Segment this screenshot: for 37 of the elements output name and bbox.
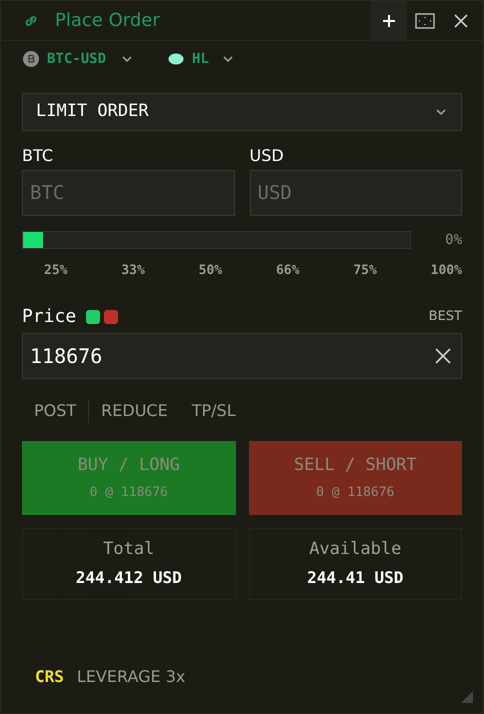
close-icon [454,14,468,28]
pair-selector[interactable]: BTC-USD [23,48,134,70]
preset-button[interactable]: 25% [44,261,68,280]
slider-thumb[interactable] [23,232,43,248]
preset-button[interactable]: 75% [353,261,377,280]
price-field[interactable]: 118676 [22,332,462,378]
add-button[interactable] [371,0,407,40]
preset-button[interactable]: 100% [430,261,462,280]
leverage-button[interactable]: LEVERAGE 3x [76,665,186,689]
preset-button[interactable]: 33% [121,261,145,280]
window-title: Place Order [55,9,160,33]
margin-mode-button[interactable]: CRS [35,665,64,689]
field-label: BTC [22,145,54,167]
clear-icon[interactable] [435,348,451,364]
option-toggle[interactable]: REDUCE [89,398,180,422]
resize-handle-icon[interactable] [461,691,473,703]
best-button[interactable]: BEST [428,306,462,326]
exchange-selector[interactable]: HL [168,48,235,70]
slider-reading: 0% [445,230,462,250]
size-slider[interactable] [22,231,411,249]
balance-label: Available [309,538,402,561]
balance-value: 244.41 USD [307,567,404,590]
preset-button[interactable]: 50% [198,261,222,280]
amount-field[interactable]: BTC [22,170,234,216]
balance-label: Total [103,538,154,561]
exchange-icon [168,53,184,65]
maximize-icon [415,12,435,28]
option-toggle[interactable]: TP/SL [180,398,248,422]
plus-icon [382,14,396,28]
preset-button[interactable]: 66% [276,261,300,280]
balance-value: 244.412 USD [76,567,182,590]
order-type-dropdown[interactable]: LIMIT ORDER [22,93,462,131]
price-label: Price [22,305,76,329]
option-toggle[interactable]: POST [22,398,90,422]
coin-icon [23,51,39,67]
amount-field[interactable]: USD [250,170,462,216]
field-label: USD [250,145,285,167]
